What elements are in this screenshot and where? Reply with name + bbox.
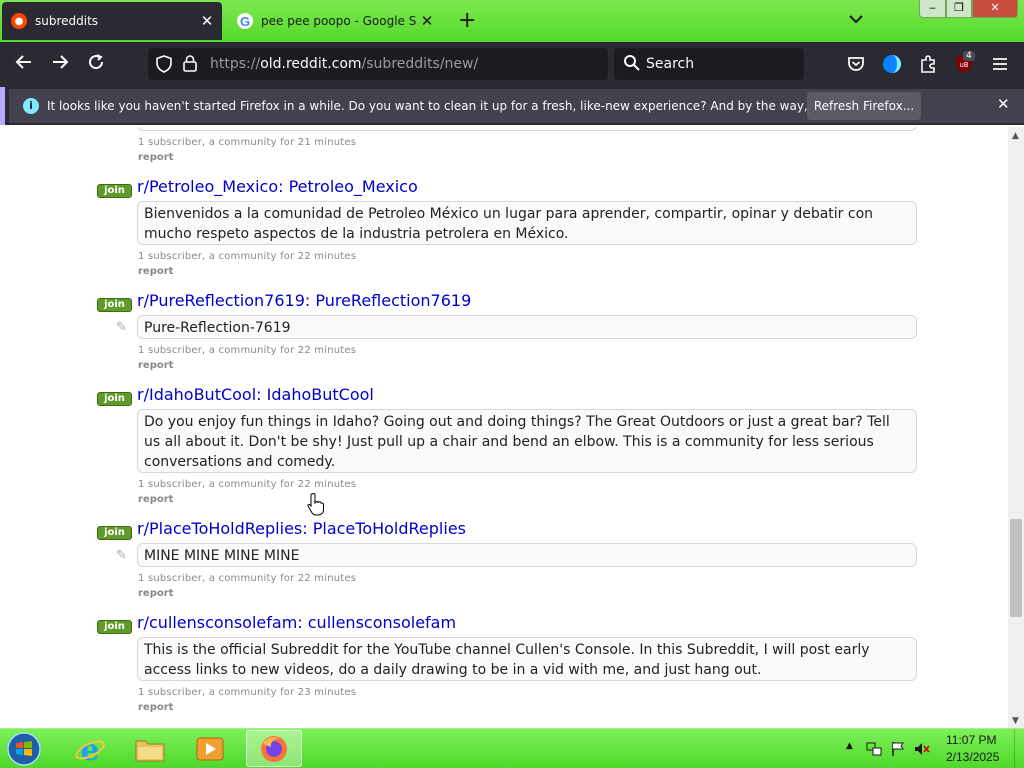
action-center-flag-icon[interactable]: [890, 741, 906, 757]
search-icon: [623, 54, 641, 76]
media-player-icon: [196, 737, 224, 760]
subreddit-description: Do you enjoy fun things in Idaho? Going …: [137, 409, 917, 473]
taskbar-media-player[interactable]: [182, 730, 238, 767]
pencil-edit-icon: ✎: [116, 548, 127, 563]
lock-icon[interactable]: [182, 54, 198, 72]
start-button[interactable]: [4, 731, 48, 767]
pencil-edit-icon: ✎: [116, 320, 127, 335]
clock-time[interactable]: 11:07 PM: [946, 733, 996, 747]
report-link[interactable]: report: [138, 702, 173, 713]
extension-badge-count: 4: [963, 51, 975, 61]
report-link[interactable]: report: [138, 588, 173, 599]
notification-bar: i It looks like you haven't started Fire…: [0, 87, 1024, 125]
taskbar-firefox[interactable]: [246, 730, 302, 767]
subreddit-title-link[interactable]: r/Petroleo_Mexico: Petroleo_Mexico: [137, 177, 418, 196]
info-icon: i: [23, 98, 39, 114]
subreddit-title-link[interactable]: r/cullensconsolefam: cullensconsolefam: [137, 613, 456, 632]
subreddit-meta: 1 subscriber, a community for 22 minutes: [138, 479, 357, 490]
tab-close-icon[interactable]: ✕: [196, 12, 218, 30]
subreddit-meta: 1 subscriber, a community for 22 minutes: [138, 251, 357, 262]
reload-icon[interactable]: [84, 53, 108, 77]
taskbar-internet-explorer[interactable]: e: [62, 730, 118, 767]
extensions-puzzle-icon[interactable]: [918, 54, 938, 74]
join-button[interactable]: join: [97, 392, 132, 406]
subreddit-title-link[interactable]: r/PureReflection7619: PureReflection7619: [137, 291, 471, 310]
scroll-down-arrow-icon[interactable]: ▼: [1012, 716, 1019, 726]
subreddit-description: MINE MINE MINE MINE: [137, 543, 917, 567]
tab-subreddits[interactable]: ● subreddits ✕: [2, 2, 222, 40]
new-tab-plus-icon[interactable]: +: [458, 10, 476, 32]
subreddit-description: Pure-Reflection-7619: [137, 315, 917, 339]
tab-strip: ● subreddits ✕ G pee pee poopo - Google …: [0, 0, 1024, 42]
folder-icon: [135, 740, 165, 761]
report-link[interactable]: report: [138, 152, 173, 163]
subreddit-meta: 1 subscriber, a community for 23 minutes: [138, 687, 357, 698]
notification-message: It looks like you haven't started Firefo…: [47, 99, 903, 113]
tracking-protection-shield-icon[interactable]: [156, 55, 172, 73]
notification-close-icon[interactable]: ✕: [997, 95, 1010, 113]
subreddit-title-link[interactable]: r/PlaceToHoldReplies: PlaceToHoldReplies: [137, 519, 466, 538]
svg-text:uB: uB: [959, 61, 968, 69]
forward-arrow-icon[interactable]: [48, 53, 72, 77]
account-avatar-icon[interactable]: [882, 54, 902, 74]
url-bar[interactable]: https://old.reddit.com/subreddits/new/ ☆: [148, 48, 741, 80]
window-close-button[interactable]: ✕: [972, 0, 1018, 18]
menu-hamburger-icon[interactable]: [990, 54, 1010, 74]
taskbar-file-explorer[interactable]: [122, 730, 178, 767]
subreddit-meta: 1 subscriber, a community for 22 minutes: [138, 345, 357, 356]
hand-cursor-icon: [307, 492, 324, 516]
notification-body: i It looks like you haven't started Fire…: [9, 89, 1024, 123]
join-button[interactable]: join: [97, 526, 132, 540]
google-favicon-icon: G: [237, 13, 253, 29]
show-desktop-button[interactable]: [1014, 729, 1024, 768]
join-button[interactable]: join: [97, 620, 132, 634]
search-box[interactable]: Search: [614, 48, 804, 80]
refresh-firefox-button[interactable]: Refresh Firefox...: [807, 92, 921, 120]
subreddit-title-link[interactable]: r/IdahoButCool: IdahoButCool: [137, 385, 374, 404]
page-scrollbar[interactable]: ▲ ▼: [1008, 127, 1024, 728]
windows-taskbar: e ▲ 11:07 PM 2/13/2025: [0, 728, 1024, 768]
scrollbar-thumb[interactable]: [1010, 519, 1022, 617]
subreddit-description: This is the official Subreddit for the Y…: [137, 637, 917, 681]
report-link[interactable]: report: [138, 266, 173, 277]
join-button[interactable]: join: [97, 184, 132, 198]
scroll-up-arrow-icon[interactable]: ▲: [1012, 131, 1019, 141]
report-link[interactable]: report: [138, 360, 173, 371]
url-text[interactable]: https://old.reddit.com/subreddits/new/: [210, 56, 478, 72]
subreddit-description: Bienvenidos a la comunidad de Petroleo M…: [137, 201, 917, 245]
join-button[interactable]: join: [97, 298, 132, 312]
search-placeholder: Search: [646, 56, 695, 72]
firefox-icon: [261, 735, 287, 762]
pocket-icon[interactable]: [846, 54, 866, 74]
internet-explorer-icon: e: [75, 733, 105, 765]
reddit-favicon-icon: ●: [11, 13, 27, 29]
description-box-partial: [137, 127, 917, 131]
svg-text:e: e: [80, 733, 99, 765]
network-icon[interactable]: [866, 741, 882, 757]
volume-muted-icon[interactable]: [914, 741, 930, 757]
window-maximize-button[interactable]: ❐: [946, 0, 972, 18]
page-content: 1 subscriber, a community for 21 minutes…: [0, 127, 1008, 728]
window-minimize-button[interactable]: ‒: [919, 0, 946, 18]
tab-close-icon[interactable]: ✕: [416, 12, 438, 30]
report-link[interactable]: report: [138, 494, 173, 505]
tab-label: pee pee poopo - Google Search: [261, 14, 416, 28]
list-all-tabs-chevron-down-icon[interactable]: [849, 12, 863, 28]
show-hidden-icons-arrow-icon[interactable]: ▲: [846, 741, 862, 757]
tab-google-search[interactable]: G pee pee poopo - Google Search ✕: [228, 2, 442, 40]
subreddit-meta: 1 subscriber, a community for 21 minutes: [138, 137, 357, 148]
clock-date[interactable]: 2/13/2025: [946, 750, 999, 764]
subreddit-meta: 1 subscriber, a community for 22 minutes: [138, 573, 357, 584]
back-arrow-icon[interactable]: [12, 53, 36, 77]
tab-label: subreddits: [35, 14, 99, 28]
